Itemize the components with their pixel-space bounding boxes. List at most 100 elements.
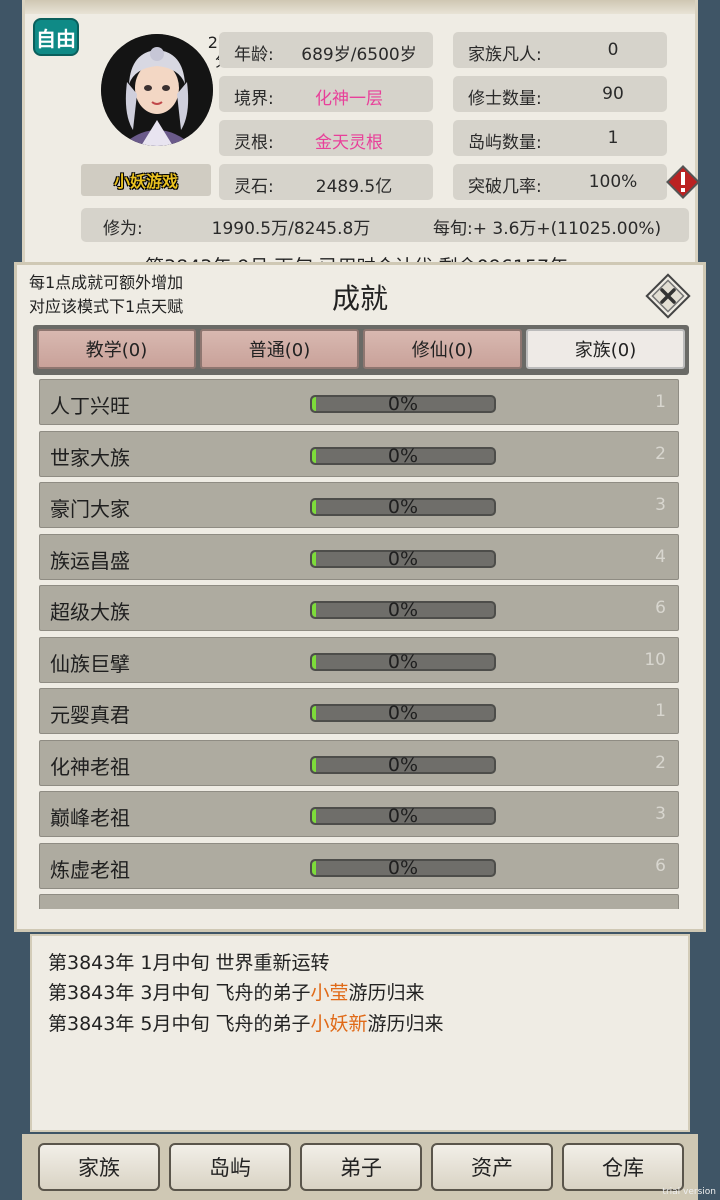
islands-value: 1	[607, 128, 619, 148]
age-stat: 年龄: 689岁/6500岁	[219, 32, 433, 68]
achievement-row[interactable]: 炼体大宗 0% 1	[39, 894, 679, 909]
achievement-name: 化神老祖	[50, 754, 130, 779]
log-line: 第3843年 3月中旬 飞舟的弟子小莹游历归来	[48, 978, 425, 1005]
nav-family-button[interactable]: 家族	[38, 1143, 160, 1191]
stone-stat: 灵石: 2489.5亿	[219, 164, 433, 200]
player-name: 小妖游戏	[81, 164, 211, 196]
progress-percent: 0%	[387, 805, 419, 827]
progress-bar: 0%	[310, 496, 496, 518]
progress-percent: 0%	[387, 702, 419, 724]
breakthrough-label: 突破几率:	[468, 177, 542, 197]
reward-points: 1	[655, 907, 666, 909]
achievement-name: 仙族巨擘	[50, 651, 130, 676]
log-text: 第3843年 5月中旬 飞舟的弟子	[48, 1013, 311, 1035]
cultivators-value: 90	[602, 84, 624, 104]
cultivators-stat: 修士数量: 90	[453, 76, 667, 112]
achievement-dialog: 每1点成就可额外增加 对应该模式下1点天赋 成就 教学(0) 普通(0) 修仙(…	[14, 262, 706, 932]
progress-percent: 0%	[387, 599, 419, 621]
progress-percent: 0%	[312, 908, 494, 909]
achievement-row[interactable]: 世家大族 0% 2	[39, 430, 679, 477]
disciple-name[interactable]: 小莹	[311, 982, 349, 1004]
progress-bar: 0%	[310, 599, 496, 621]
progress-percent: 0%	[387, 753, 419, 776]
progress-bar: 0%	[310, 393, 496, 415]
progress-percent: 0%	[387, 856, 419, 879]
event-log: 第3843年 1月中旬 世界重新运转 第3843年 3月中旬 飞舟的弟子小莹游历…	[30, 934, 690, 1132]
reward-points: 3	[655, 495, 666, 515]
bottom-nav: 家族 岛屿 弟子 资产 仓库	[22, 1134, 698, 1200]
breakthrough-value: 100%	[588, 172, 638, 192]
reward-points: 1	[655, 392, 666, 412]
cultivators-label: 修士数量:	[468, 89, 542, 109]
category-tabs: 教学(0) 普通(0) 修仙(0) 家族(0)	[33, 325, 689, 375]
progress-bar: 0%	[310, 805, 496, 827]
progress-bar: 0%	[310, 702, 496, 724]
nav-disciple-button[interactable]: 弟子	[300, 1143, 422, 1191]
nav-warehouse-button[interactable]: 仓库	[562, 1143, 684, 1191]
root-value: 金天灵根	[315, 133, 383, 153]
tab-cultivation[interactable]: 修仙(0)	[363, 329, 522, 369]
progress-bar: 0%	[310, 650, 496, 673]
root-stat: 灵根: 金天灵根	[219, 120, 433, 156]
reward-points: 10	[644, 649, 666, 670]
progress-bar: 0%	[310, 753, 496, 776]
achievement-name: 炼体大宗	[50, 905, 130, 909]
log-text: 第3843年 1月中旬 世界重新运转	[48, 952, 330, 974]
log-line: 第3843年 5月中旬 飞舟的弟子小妖新游历归来	[48, 1009, 444, 1036]
achievement-name: 元婴真君	[50, 703, 130, 727]
tab-family[interactable]: 家族(0)	[526, 329, 685, 369]
reward-points: 6	[655, 855, 666, 876]
achievement-row[interactable]: 超级大族 0% 6	[39, 585, 679, 631]
log-text: 游历归来	[367, 1013, 444, 1035]
progress-bar: 0%	[310, 856, 496, 879]
progress-percent: 0%	[387, 444, 419, 467]
tab-normal[interactable]: 普通(0)	[200, 329, 359, 369]
achievement-list[interactable]: 人丁兴旺 0% 1 世家大族 0% 2 豪门大家 0% 3 族运昌盛 0% 4 超级大族 0% 6 仙族巨擘 0…	[39, 379, 679, 909]
achievement-name: 人丁兴旺	[50, 394, 130, 418]
nav-assets-button[interactable]: 资产	[431, 1143, 553, 1191]
progress-percent: 0%	[387, 650, 419, 673]
cultivation-label: 修为:	[103, 219, 143, 239]
achievement-row[interactable]: 豪门大家 0% 3	[39, 482, 679, 528]
achievement-name: 族运昌盛	[50, 548, 130, 573]
reward-points: 2	[655, 752, 666, 773]
mode-badge[interactable]: 自由	[33, 18, 79, 56]
achievement-row[interactable]: 炼虚老祖 0% 6	[39, 842, 679, 889]
cultivation-value: 1990.5万/8245.8万	[211, 219, 371, 239]
achievement-row[interactable]: 元婴真君 0% 1	[39, 688, 679, 734]
reward-points: 6	[655, 598, 666, 618]
warning-icon[interactable]	[665, 164, 701, 200]
progress-percent: 0%	[387, 496, 419, 518]
stone-label: 灵石:	[234, 177, 274, 197]
log-line: 第3843年 1月中旬 世界重新运转	[48, 948, 330, 975]
mortals-stat: 家族凡人: 0	[453, 32, 667, 68]
achievement-row[interactable]: 化神老祖 0% 2	[39, 739, 679, 786]
age-label: 年龄:	[234, 45, 274, 65]
reward-points: 4	[655, 546, 666, 567]
stone-value: 2489.5亿	[315, 177, 393, 197]
log-text: 游历归来	[348, 982, 425, 1004]
achievement-row[interactable]: 巅峰老祖 0% 3	[39, 791, 679, 837]
status-panel: 自由 209 分 小妖游戏 年龄: 689岁/6500岁 境界: 化神一层 灵根…	[22, 0, 701, 266]
reward-points: 3	[655, 804, 666, 824]
achievement-name: 超级大族	[50, 600, 130, 624]
achievement-row[interactable]: 仙族巨擘 0% 10	[39, 636, 679, 683]
log-text: 第3843年 3月中旬 飞舟的弟子	[48, 982, 311, 1004]
achievement-name: 世家大族	[50, 445, 130, 470]
nav-island-button[interactable]: 岛屿	[169, 1143, 291, 1191]
cultivation-bar: 修为: 1990.5万/8245.8万 每旬:+ 3.6万+(11025.00%…	[81, 208, 689, 242]
player-avatar[interactable]	[101, 34, 213, 146]
breakthrough-stat: 突破几率: 100%	[453, 164, 667, 200]
tab-tutorial[interactable]: 教学(0)	[37, 329, 196, 369]
close-button[interactable]	[643, 271, 693, 321]
achievement-row[interactable]: 族运昌盛 0% 4	[39, 533, 679, 580]
realm-value: 化神一层	[315, 89, 383, 109]
progress-bar: 0%	[310, 444, 496, 467]
disciple-name[interactable]: 小妖新	[311, 1013, 368, 1035]
achievement-name: 豪门大家	[50, 497, 130, 521]
root-label: 灵根:	[234, 133, 274, 153]
mortals-label: 家族凡人:	[468, 45, 542, 65]
age-value: 689岁/6500岁	[301, 45, 417, 65]
achievement-row[interactable]: 人丁兴旺 0% 1	[39, 379, 679, 425]
islands-label: 岛屿数量:	[468, 133, 542, 153]
